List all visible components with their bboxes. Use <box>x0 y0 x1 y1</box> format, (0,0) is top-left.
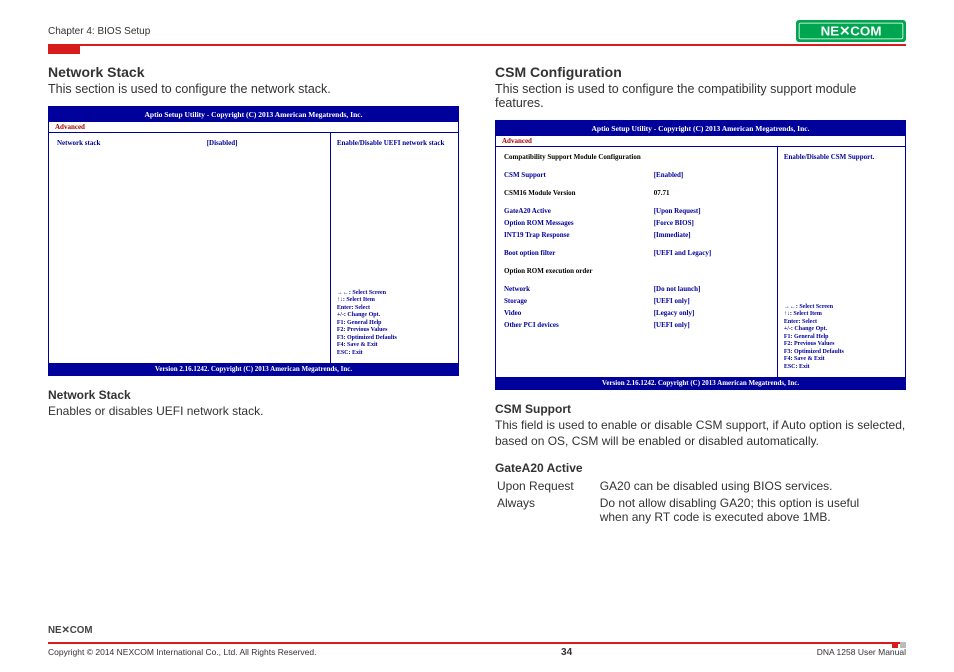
bios-panel-right: Aptio Setup Utility - Copyright (C) 2013… <box>495 120 906 390</box>
bios-help-line: F3: Optimized Defaults <box>784 349 899 357</box>
left-desc-body: Enables or disables UEFI network stack. <box>48 403 459 419</box>
bios-footer: Version 2.16.1242. Copyright (C) 2013 Am… <box>49 363 458 375</box>
header-rule <box>48 44 906 46</box>
bios-help-line: +/-: Change Opt. <box>784 326 899 334</box>
right-section-subtitle: This section is used to configure the co… <box>495 82 906 110</box>
bios-key-help: →←: Select Screen↑↓: Select ItemEnter: S… <box>337 285 452 358</box>
right-desc1-title: CSM Support <box>495 402 906 416</box>
bios-settings-list: Network stack[Disabled] <box>49 133 331 363</box>
bios-setting-row[interactable]: Other PCI devices[UEFI only] <box>504 321 769 329</box>
brand-logo: NE✕COM <box>796 20 906 42</box>
bios-setting-row[interactable]: Network[Do not launch] <box>504 285 769 293</box>
bios-panel-left: Aptio Setup Utility - Copyright (C) 2013… <box>48 106 459 376</box>
bios-help-line: Enter: Select <box>337 305 452 313</box>
footer-rule <box>48 642 906 644</box>
bios-help-line: F4: Save & Exit <box>337 342 452 350</box>
bios-tab-advanced[interactable]: Advanced <box>55 123 85 131</box>
footer-copyright: Copyright © 2014 NEXCOM International Co… <box>48 647 316 658</box>
bios-help-line: F3: Optimized Defaults <box>337 335 452 343</box>
table-row: AlwaysDo not allow disabling GA20; this … <box>497 496 904 525</box>
bios-help-line: Enter: Select <box>784 319 899 327</box>
bios-tab-advanced[interactable]: Advanced <box>502 137 532 145</box>
footer-doc-title: DNA 1258 User Manual <box>817 647 906 658</box>
bios-help-line: F4: Save & Exit <box>784 356 899 364</box>
bios-setting-row[interactable]: Boot option filter[UEFI and Legacy] <box>504 249 769 257</box>
svg-text:NE✕COM: NE✕COM <box>821 24 882 39</box>
chapter-title: Chapter 4: BIOS Setup <box>48 26 150 37</box>
bios-setting-row[interactable]: Video[Legacy only] <box>504 309 769 317</box>
right-section-title: CSM Configuration <box>495 64 906 80</box>
bios-help-line: →←: Select Screen <box>784 304 899 312</box>
bios-setting-row[interactable]: Storage[UEFI only] <box>504 297 769 305</box>
bios-settings-list: Compatibility Support Module Configurati… <box>496 147 778 377</box>
bios-header: Aptio Setup Utility - Copyright (C) 2013… <box>49 107 458 122</box>
bios-setting-row[interactable]: CSM16 Module Version07.71 <box>504 189 769 197</box>
bios-help-line: F1: General Help <box>337 320 452 328</box>
left-desc-title: Network Stack <box>48 388 459 402</box>
bios-help-line: F2: Previous Values <box>784 341 899 349</box>
bios-help-line: →←: Select Screen <box>337 290 452 298</box>
bios-key-help: →←: Select Screen↑↓: Select ItemEnter: S… <box>784 299 899 372</box>
bios-help-line: F1: General Help <box>784 334 899 342</box>
bios-footer: Version 2.16.1242. Copyright (C) 2013 Am… <box>496 377 905 389</box>
bios-setting-row[interactable]: CSM Support[Enabled] <box>504 171 769 179</box>
table-row: Upon RequestGA20 can be disabled using B… <box>497 479 904 494</box>
footer-logo: NE✕COM <box>48 623 123 641</box>
gatea20-table: Upon RequestGA20 can be disabled using B… <box>495 477 906 527</box>
bios-help-line: ↑↓: Select Item <box>784 311 899 319</box>
footer-page-number: 34 <box>561 647 572 658</box>
bios-help-text: Enable/Disable CSM Support. <box>784 153 899 161</box>
bios-help-line: F2: Previous Values <box>337 327 452 335</box>
bios-setting-row[interactable]: Compatibility Support Module Configurati… <box>504 153 769 161</box>
bios-help-line: +/-: Change Opt. <box>337 312 452 320</box>
bios-setting-row[interactable]: GateA20 Active[Upon Request] <box>504 207 769 215</box>
right-desc2-title: GateA20 Active <box>495 461 906 475</box>
bios-header: Aptio Setup Utility - Copyright (C) 2013… <box>496 121 905 136</box>
left-section-subtitle: This section is used to configure the ne… <box>48 82 459 96</box>
bios-tabs: Advanced <box>496 136 905 147</box>
right-desc1-body: This field is used to enable or disable … <box>495 417 906 449</box>
bios-setting-row[interactable]: Option ROM execution order <box>504 267 769 275</box>
bios-setting-row[interactable]: Option ROM Messages[Force BIOS] <box>504 219 769 227</box>
left-section-title: Network Stack <box>48 64 459 80</box>
bios-setting-row[interactable]: Network stack[Disabled] <box>57 139 322 147</box>
svg-text:NE✕COM: NE✕COM <box>48 625 92 636</box>
bios-setting-row[interactable]: INT19 Trap Response[Immediate] <box>504 231 769 239</box>
bios-help-text: Enable/Disable UEFI network stack <box>337 139 452 147</box>
bios-help-line: ESC: Exit <box>784 364 899 372</box>
bios-help-line: ↑↓: Select Item <box>337 297 452 305</box>
bios-help-line: ESC: Exit <box>337 350 452 358</box>
bios-tabs: Advanced <box>49 122 458 133</box>
